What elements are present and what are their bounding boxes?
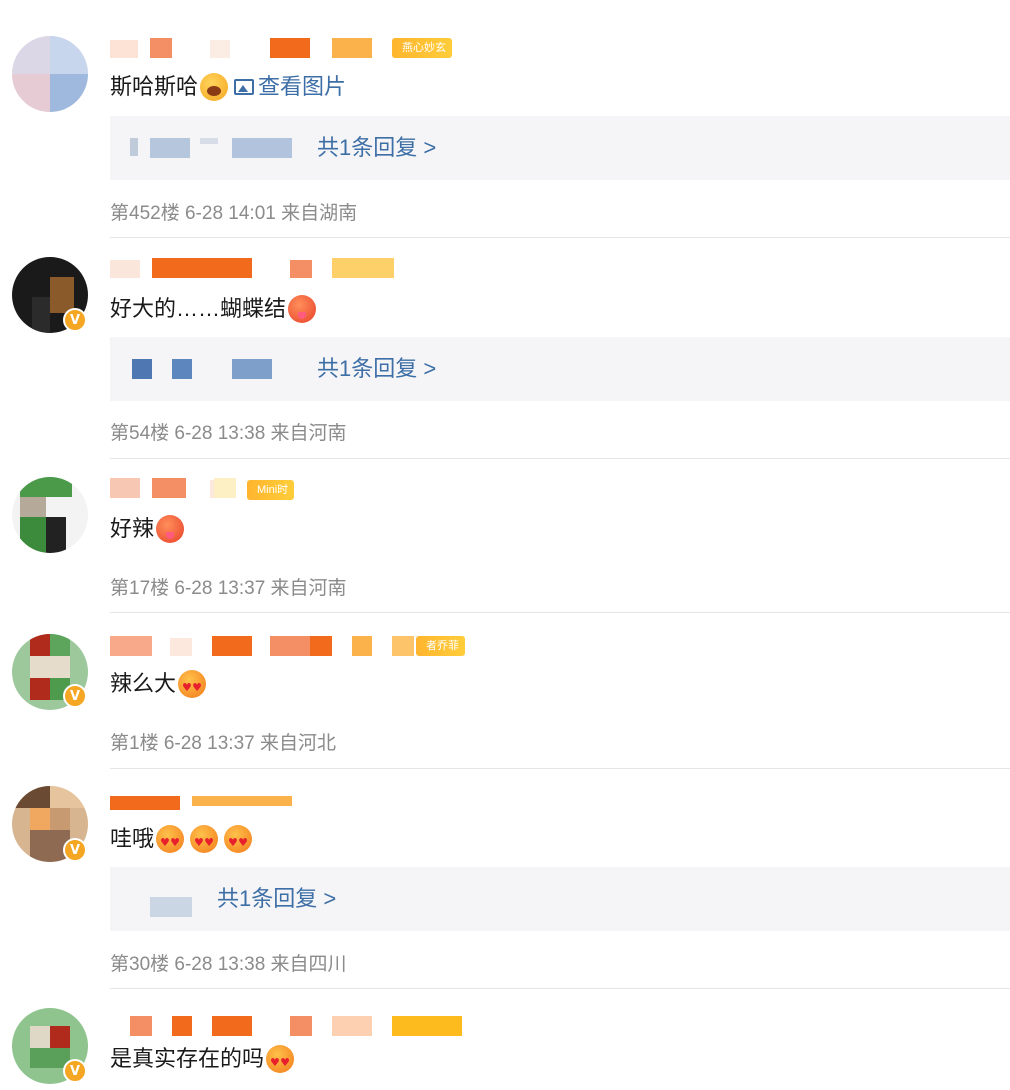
comment-body: 是真实存在的吗 (110, 1046, 265, 1071)
comment-text: 好大的……蝴蝶结 (110, 294, 317, 324)
view-image-label: 查看图片 (258, 74, 347, 99)
heart-eyes-emoji-icon (178, 670, 207, 703)
comment-body: 好大的……蝴蝶结 (110, 296, 287, 321)
fan-badge[interactable]: 燕心妙玄 (392, 38, 452, 58)
username-blurred[interactable] (110, 636, 570, 658)
verified-badge-icon: V (63, 838, 87, 862)
divider (110, 237, 1010, 238)
divider (110, 988, 1010, 989)
verified-badge-icon: V (63, 1059, 87, 1083)
reply-preview[interactable]: 共1条回复 > (110, 337, 1010, 401)
comment-body: 斯哈斯哈 (110, 74, 199, 99)
comment-meta: 第452楼 6-28 14:01 来自湖南 (110, 203, 358, 224)
username-blurred[interactable] (110, 1016, 570, 1038)
comment-meta: 第1楼 6-28 13:37 来自河北 (110, 733, 336, 754)
comment-text: 斯哈斯哈 查看图片 (110, 72, 346, 102)
comment-body: 辣么大 (110, 671, 177, 696)
comment-meta: 第30楼 6-28 13:38 来自四川 (110, 954, 347, 975)
comment-text: 是真实存在的吗 (110, 1044, 295, 1078)
image-icon (234, 79, 255, 95)
username-blurred[interactable] (110, 796, 570, 818)
sweat-emoji-icon (200, 73, 229, 101)
hot-face-emoji-icon (288, 295, 317, 323)
reply-count-link[interactable]: 共1条回复 > (317, 116, 436, 180)
comment-text: 好辣 (110, 514, 185, 544)
avatar[interactable] (12, 36, 88, 112)
comment-body: 哇哦 (110, 826, 155, 851)
fan-badge[interactable]: Mini时 (247, 480, 295, 500)
comment-meta: 第54楼 6-28 13:38 来自河南 (110, 423, 347, 444)
verified-badge-icon: V (63, 684, 87, 708)
heart-eyes-emoji-icon (156, 825, 185, 858)
comment-text: 辣么大 (110, 669, 207, 703)
divider (110, 612, 1010, 613)
reply-count-link[interactable]: 共1条回复 > (217, 867, 336, 931)
reply-count-link[interactable]: 共1条回复 > (317, 337, 436, 401)
heart-eyes-emoji-icon (224, 825, 253, 858)
fan-badge[interactable]: 者乔菲 (416, 636, 465, 656)
username-blurred[interactable] (110, 38, 570, 60)
heart-eyes-emoji-icon (190, 825, 219, 858)
comment-body: 好辣 (110, 516, 155, 541)
reply-preview[interactable]: 共1条回复 > (110, 867, 1010, 931)
hot-face-emoji-icon (156, 515, 185, 543)
heart-eyes-emoji-icon (266, 1045, 295, 1078)
reply-preview[interactable]: 共1条回复 > (110, 116, 1010, 180)
username-blurred[interactable] (110, 478, 570, 500)
comment-meta: 第17楼 6-28 13:37 来自河南 (110, 578, 347, 599)
comment-text: 哇哦 (110, 824, 253, 858)
username-blurred[interactable] (110, 258, 570, 280)
avatar[interactable] (12, 477, 88, 553)
divider (110, 768, 1010, 769)
divider (110, 458, 1010, 459)
view-image-link[interactable]: 查看图片 (234, 72, 346, 102)
verified-badge-icon: V (63, 308, 87, 332)
